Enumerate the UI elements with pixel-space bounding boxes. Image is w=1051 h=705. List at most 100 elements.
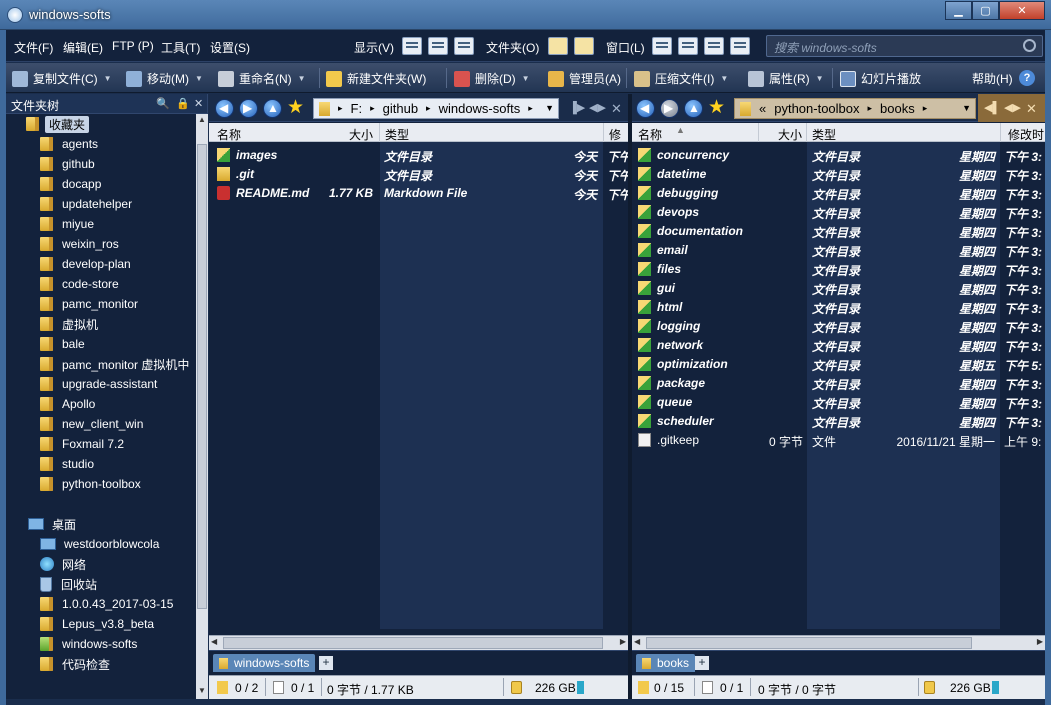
tree-item[interactable]: pamc_monitor [40, 294, 138, 314]
chevron-down-icon[interactable]: ▼ [195, 74, 203, 83]
delete-button[interactable]: 删除(D) ▼ [454, 70, 530, 87]
chevron-down-icon[interactable]: ▼ [720, 74, 728, 83]
tree-item[interactable]: python-toolbox [40, 474, 141, 494]
scroll-down-icon[interactable]: ▼ [196, 686, 208, 698]
maximize-button[interactable]: ▢ [972, 1, 999, 20]
file-row[interactable]: concurrency 文件目录 星期四 下午 3: [632, 146, 1045, 165]
tree-desktop-item[interactable]: Lepus_v3.8_beta [40, 614, 154, 634]
tree-item[interactable]: upgrade-assistant [40, 374, 157, 394]
help-icon[interactable]: ? [1019, 70, 1035, 86]
menu-settings[interactable]: 设置(S) [210, 39, 250, 56]
new-folder-button[interactable]: 新建文件夹(W) [326, 70, 426, 87]
menu-edit[interactable]: 编辑(E) [63, 39, 103, 56]
tree-item[interactable]: Foxmail 7.2 [40, 434, 124, 454]
file-row[interactable]: scheduler 文件目录 星期四 下午 3: [632, 412, 1045, 431]
tree-desktop-item[interactable]: windows-softs [40, 634, 137, 654]
tree-item[interactable]: weixin_ros [40, 234, 119, 254]
file-row[interactable]: images 文件目录 今天 下午 [209, 146, 631, 165]
col-name[interactable]: 名称 [217, 126, 241, 143]
path-segment[interactable]: python-toolbox [774, 101, 859, 116]
tree-item[interactable]: 虚拟机 [40, 314, 98, 334]
chevron-down-icon[interactable]: ▼ [962, 103, 971, 113]
pane-options-icon[interactable]: ▐▶ [569, 101, 585, 114]
close-icon[interactable]: ✕ [194, 97, 203, 110]
folder-compare-icon[interactable] [548, 37, 568, 55]
file-row[interactable]: gui 文件目录 星期四 下午 3: [632, 279, 1045, 298]
path-segment[interactable]: github [383, 101, 418, 116]
file-row[interactable]: debugging 文件目录 星期四 下午 3: [632, 184, 1045, 203]
move-button[interactable]: 移动(M) ▼ [126, 70, 203, 87]
tab-windows-softs[interactable]: windows-softs [213, 654, 316, 672]
close-pane-icon[interactable]: ✕ [1026, 101, 1037, 117]
file-row[interactable]: files 文件目录 星期四 下午 3: [632, 260, 1045, 279]
menu-ftp[interactable]: FTP (P) [112, 39, 154, 53]
col-type[interactable]: 类型 [385, 126, 409, 143]
back-icon[interactable]: ◀ [636, 99, 655, 118]
tree-item[interactable]: docapp [40, 174, 101, 194]
up-icon[interactable]: ▲ [684, 99, 703, 118]
col-size[interactable]: 大小 [349, 126, 373, 143]
tab-books[interactable]: books [636, 654, 696, 672]
tree-desktop-item[interactable]: 1.0.0.43_2017-03-15 [40, 594, 173, 614]
path-segment[interactable]: windows-softs [439, 101, 521, 116]
view-thumbnail-icon[interactable] [454, 37, 474, 55]
tree-item[interactable]: github [40, 154, 95, 174]
tree-item[interactable]: miyue [40, 214, 94, 234]
chevron-down-icon[interactable]: ▼ [104, 74, 112, 83]
tree-item[interactable]: new_client_win [40, 414, 143, 434]
lock-icon[interactable]: 🔒 [176, 97, 190, 110]
slideshow-button[interactable]: 幻灯片播放 [840, 70, 921, 87]
lock-icon[interactable] [924, 681, 935, 694]
scroll-up-icon[interactable]: ▲ [196, 115, 208, 127]
scroll-right-icon[interactable]: ▶ [620, 637, 626, 646]
tree-desktop[interactable]: 桌面 [28, 514, 76, 534]
search-icon[interactable] [1023, 39, 1036, 52]
add-tab-button[interactable]: + [319, 656, 333, 670]
help-menu[interactable]: 帮助(H) [972, 70, 1013, 87]
file-row[interactable]: network 文件目录 星期四 下午 3: [632, 336, 1045, 355]
file-row[interactable]: logging 文件目录 星期四 下午 3: [632, 317, 1045, 336]
chevron-down-icon[interactable]: ▼ [545, 103, 554, 113]
pane-swap-icon[interactable]: ◀▶ [1004, 101, 1021, 114]
close-pane-icon[interactable]: ✕ [611, 101, 622, 117]
scroll-left-icon[interactable]: ◀ [634, 637, 640, 646]
tree-favorites[interactable]: 收藏夹 [26, 114, 90, 134]
admin-button[interactable]: 管理员(A) [548, 70, 621, 87]
file-row[interactable]: optimization 文件目录 星期五 下午 5: [632, 355, 1045, 374]
tree-item[interactable]: Apollo [40, 394, 95, 414]
compress-button[interactable]: 压缩文件(I) ▼ [634, 70, 728, 87]
folder-tree-scrollbar[interactable]: ▲ ▼ [196, 114, 208, 699]
add-tab-button[interactable]: + [695, 656, 709, 670]
tree-desktop-item[interactable]: 回收站 [40, 574, 97, 594]
file-row[interactable]: documentation 文件目录 星期四 下午 3: [632, 222, 1045, 241]
copy-button[interactable]: 复制文件(C) ▼ [12, 70, 112, 87]
view-list-icon[interactable] [428, 37, 448, 55]
menu-window[interactable]: 窗口(L) [606, 39, 645, 56]
col-type[interactable]: 类型 [812, 126, 836, 143]
tree-item[interactable]: code-store [40, 274, 119, 294]
up-icon[interactable]: ▲ [263, 99, 282, 118]
tree-item[interactable]: studio [40, 454, 94, 474]
left-address-bar[interactable]: ▸ F: ▸ github ▸ windows-softs ▸ ▼ [313, 98, 559, 119]
properties-button[interactable]: 属性(R) ▼ [748, 70, 824, 87]
col-size[interactable]: 大小 [778, 126, 802, 143]
menu-tools[interactable]: 工具(T) [161, 39, 200, 56]
pane-swap-icon[interactable]: ◀▶ [589, 101, 606, 114]
layout-tree-icon[interactable] [704, 37, 724, 55]
rename-button[interactable]: 重命名(N) ▼ [218, 70, 306, 87]
col-modified[interactable]: 修 [609, 126, 621, 143]
chevron-down-icon[interactable]: ▼ [298, 74, 306, 83]
scroll-left-icon[interactable]: ◀ [211, 637, 217, 646]
close-button[interactable]: ✕ [999, 1, 1045, 20]
menu-folder[interactable]: 文件夹(O) [486, 39, 539, 56]
left-hscroll[interactable]: ◀ ▶ [209, 635, 628, 650]
tree-item[interactable]: pamc_monitor 虚拟机中 [40, 354, 189, 374]
path-segment[interactable]: F: [351, 101, 363, 116]
tree-item[interactable]: agents [40, 134, 98, 154]
file-row[interactable]: datetime 文件目录 星期四 下午 3: [632, 165, 1045, 184]
lock-icon[interactable] [511, 681, 522, 694]
col-name[interactable]: 名称 [638, 126, 662, 143]
tree-desktop-item[interactable]: 网络 [40, 554, 86, 574]
scroll-thumb[interactable] [223, 637, 603, 649]
scroll-thumb[interactable] [197, 144, 207, 609]
